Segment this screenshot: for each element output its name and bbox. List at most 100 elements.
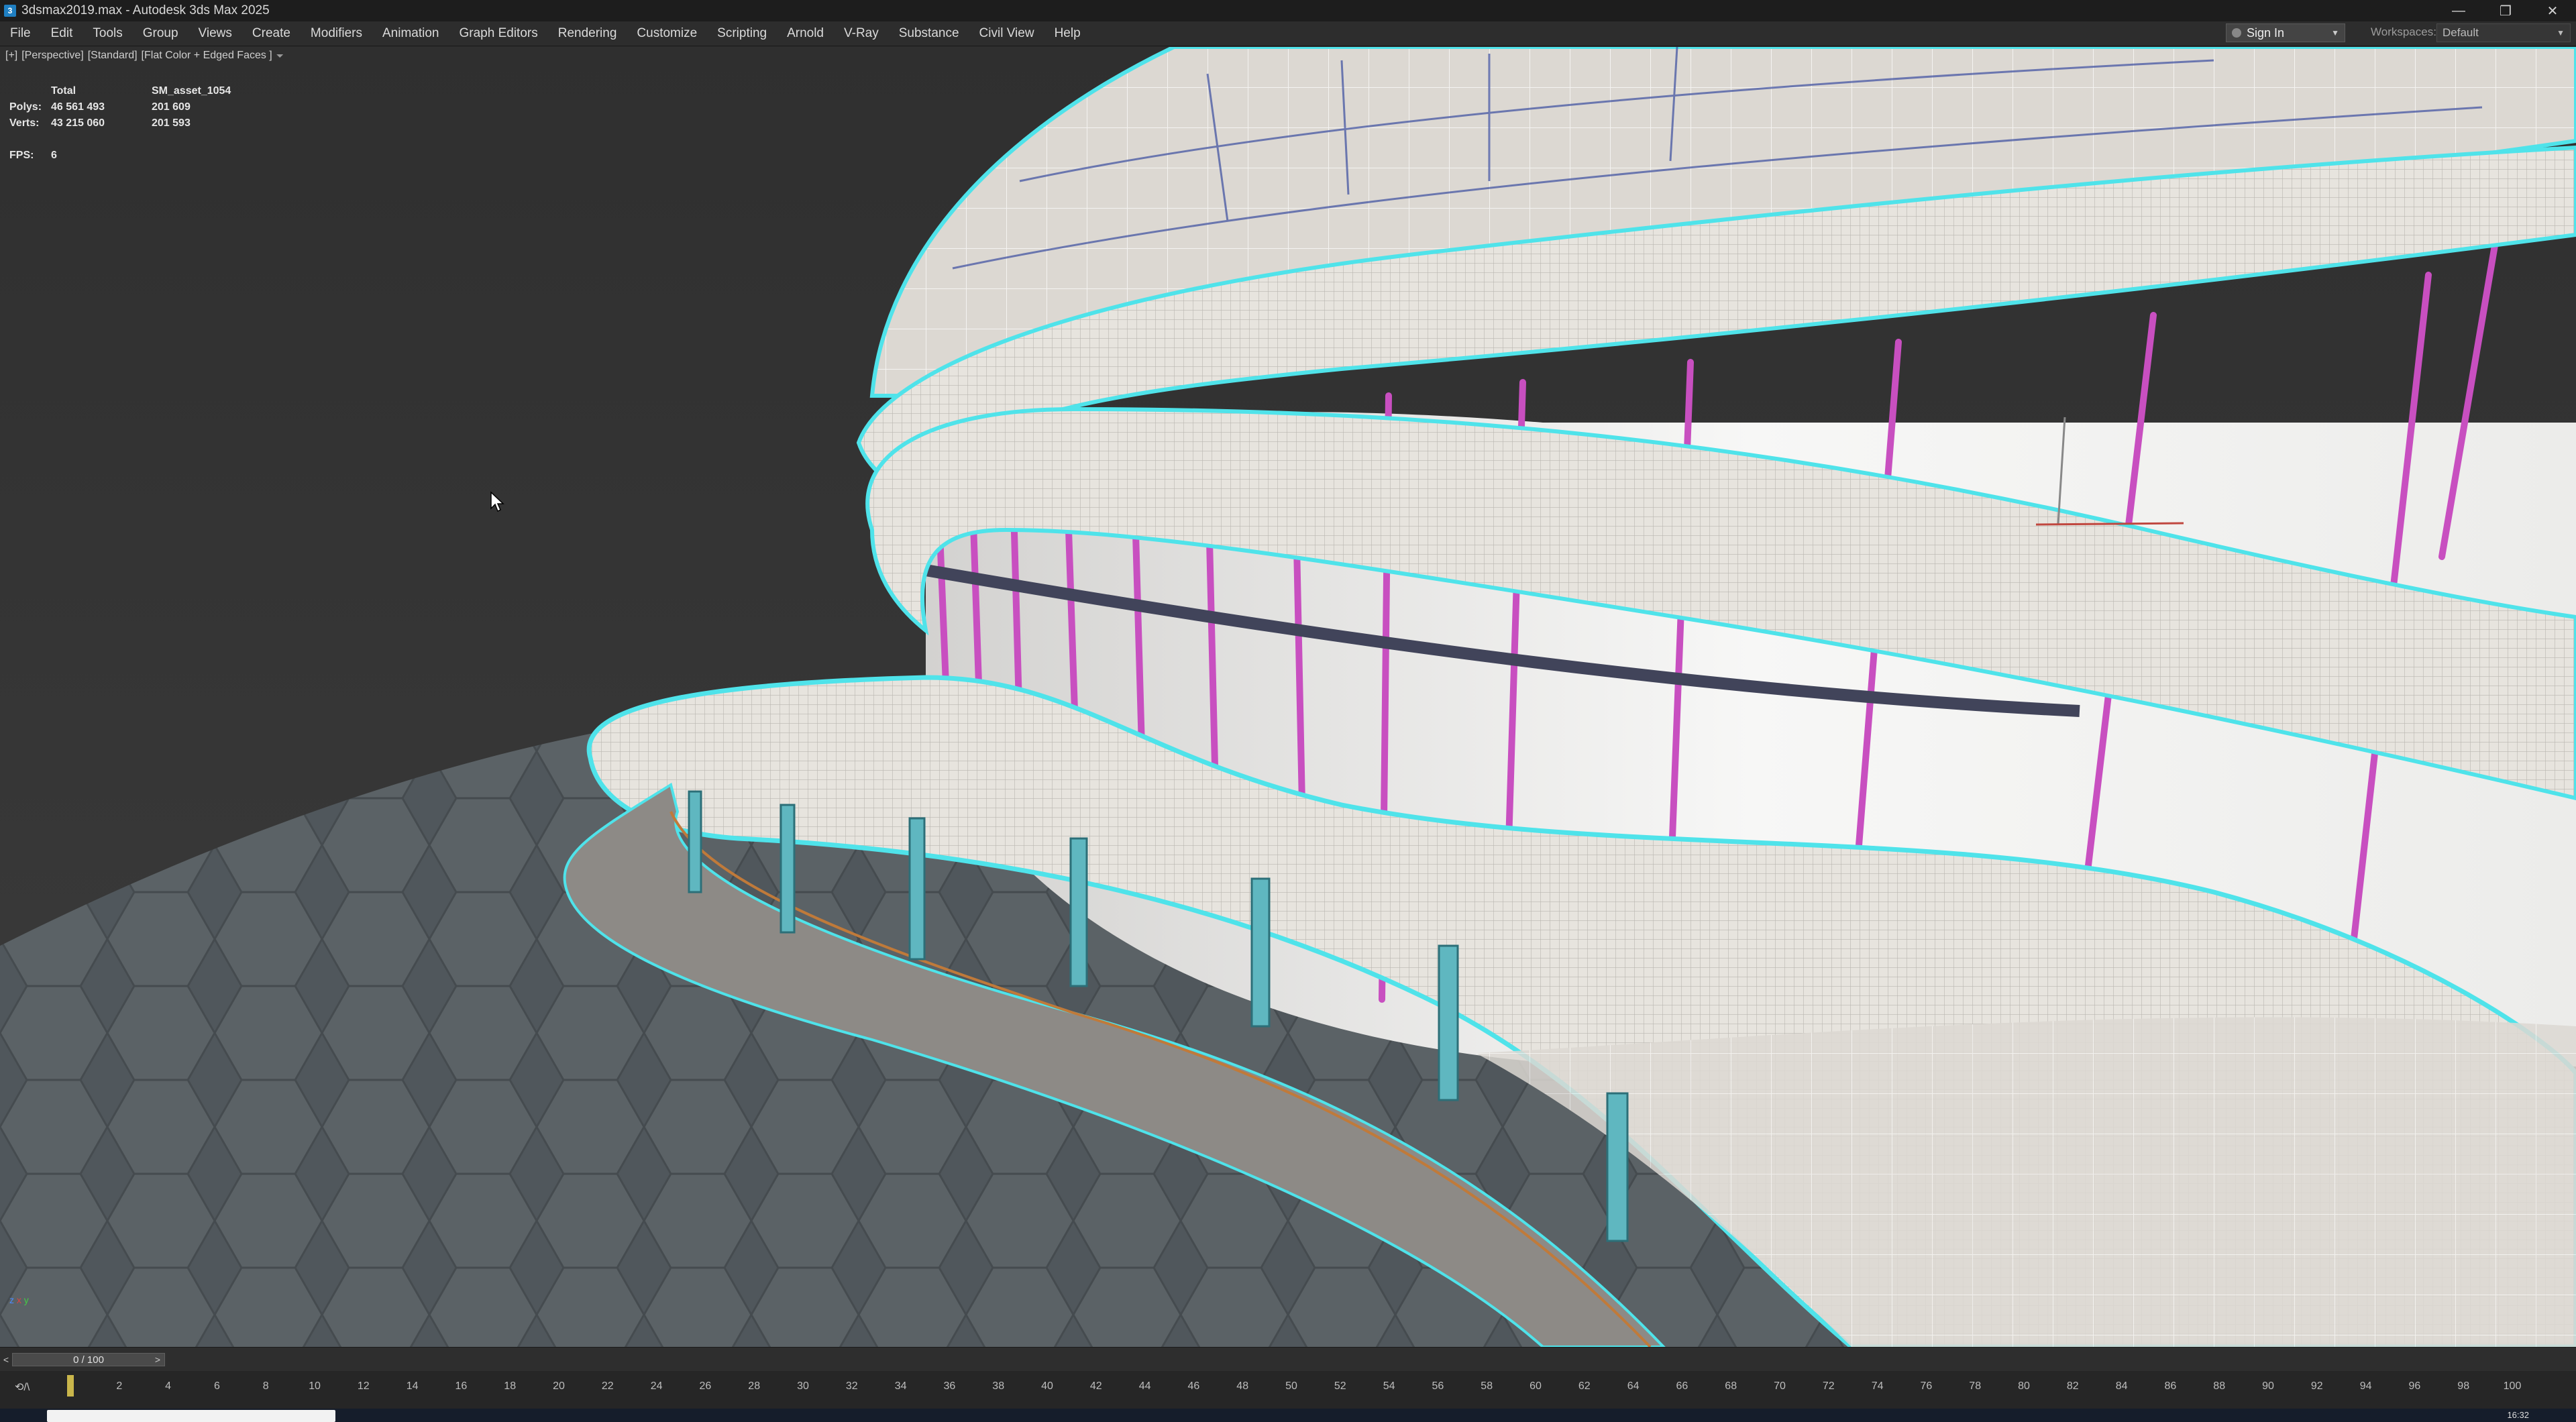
trackbar-tick-label: 24	[650, 1380, 663, 1392]
stats-fps-label: FPS:	[9, 150, 34, 161]
trackbar-tick-label: 86	[2164, 1380, 2177, 1392]
trackbar-tick-label: 36	[943, 1380, 956, 1392]
trackbar-tick-label: 78	[1969, 1380, 1982, 1392]
trackbar-tick-label: 82	[2066, 1380, 2079, 1392]
menu-animation[interactable]: Animation	[372, 26, 449, 41]
viewport-pov-label[interactable]: [Perspective]	[21, 50, 83, 62]
stats-verts-label: Verts:	[9, 117, 40, 129]
frame-display: 0 / 100	[73, 1354, 104, 1366]
workspaces-label: Workspaces:	[2371, 25, 2436, 38]
taskbar-search-box[interactable]	[47, 1410, 335, 1422]
trackbar-tick-label: 8	[262, 1380, 269, 1392]
mouse-cursor-icon	[490, 491, 504, 512]
trackbar-tick-label: 92	[2310, 1380, 2323, 1392]
trackbar-tick-label: 58	[1481, 1380, 1493, 1392]
trackbar-tick-label: 18	[504, 1380, 517, 1392]
stats-verts-asset: 201 593	[152, 117, 191, 129]
trackbar-tick-label: 16	[455, 1380, 468, 1392]
close-button[interactable]: ✕	[2529, 0, 2576, 21]
menu-create[interactable]: Create	[242, 26, 301, 41]
trackbar-tick-label: 32	[845, 1380, 858, 1392]
trackbar-tick-label: 90	[2262, 1380, 2274, 1392]
trackbar-tick-label: 30	[797, 1380, 809, 1392]
trackbar-tick-label: 96	[2408, 1380, 2421, 1392]
trackbar-tick-label: 28	[748, 1380, 761, 1392]
trackbar-tick-label: 88	[2213, 1380, 2226, 1392]
menu-vray[interactable]: V-Ray	[834, 26, 889, 41]
minimize-button[interactable]: —	[2435, 0, 2482, 21]
menu-graph-editors[interactable]: Graph Editors	[449, 26, 548, 41]
stats-polys-total: 46 561 493	[51, 101, 105, 113]
workspaces-select[interactable]: Default ▼	[2436, 23, 2571, 42]
menu-tools[interactable]: Tools	[83, 26, 132, 41]
scene-render	[0, 47, 2576, 1347]
trackbar-tick-label: 98	[2457, 1380, 2470, 1392]
filter-icon[interactable]: ⏷	[276, 50, 284, 62]
window-title: 3dsmax2019.max - Autodesk 3ds Max 2025	[21, 3, 270, 17]
trackbar-tick-label: 74	[1871, 1380, 1884, 1392]
trackbar-tick-label: 56	[1432, 1380, 1444, 1392]
viewport-display-mode-label[interactable]: [Flat Color + Edged Faces ]	[142, 50, 272, 62]
viewport-menu-label[interactable]: [+]	[5, 50, 17, 62]
menu-help[interactable]: Help	[1044, 26, 1091, 41]
menu-modifiers[interactable]: Modifiers	[301, 26, 372, 41]
menu-views[interactable]: Views	[189, 26, 242, 41]
trackbar-tick-label: 34	[894, 1380, 907, 1392]
sign-in-label: Sign In	[2247, 25, 2285, 40]
previous-frame-button[interactable]: <	[0, 1353, 12, 1366]
axis-tripod: z x y	[9, 1295, 29, 1305]
trackbar-tick-label: 52	[1334, 1380, 1346, 1392]
user-icon	[2232, 28, 2241, 38]
menu-scripting[interactable]: Scripting	[707, 26, 777, 41]
menu-arnold[interactable]: Arnold	[777, 26, 834, 41]
app-icon: 3	[4, 5, 16, 17]
curve-editor-icon[interactable]: ⟲/\	[15, 1380, 30, 1394]
chevron-down-icon: ▼	[2331, 28, 2339, 38]
menu-file[interactable]: File	[0, 26, 41, 41]
trackbar-tick-label: 94	[2359, 1380, 2372, 1392]
trackbar-tick-label: 4	[165, 1380, 172, 1392]
trackbar-tick-label: 48	[1236, 1380, 1249, 1392]
current-frame-marker[interactable]	[67, 1375, 74, 1397]
menu-substance[interactable]: Substance	[889, 26, 969, 41]
trackbar-tick-label: 22	[601, 1380, 614, 1392]
trackbar-tick-label: 100	[2503, 1380, 2522, 1392]
trackbar-tick-label: 70	[1774, 1380, 1786, 1392]
trackbar-tick-label: 38	[992, 1380, 1005, 1392]
stats-polys-asset: 201 609	[152, 101, 191, 113]
trackbar-tick-label: 60	[1529, 1380, 1542, 1392]
track-bar[interactable]: ⟲/\ 2 4 6 8 10 12 14 16 18 20 22 24 26 28 30 32 34 36 38 40…	[0, 1371, 2576, 1409]
menu-edit[interactable]: Edit	[41, 26, 83, 41]
trackbar-tick-label: 80	[2018, 1380, 2030, 1392]
os-taskbar: 16:32	[0, 1409, 2576, 1422]
stats-polys-label: Polys:	[9, 101, 42, 113]
trackbar-tick-label: 76	[1920, 1380, 1933, 1392]
window-controls: — ❐ ✕	[2435, 0, 2576, 21]
menu-rendering[interactable]: Rendering	[548, 26, 627, 41]
title-bar: 3 3dsmax2019.max - Autodesk 3ds Max 2025…	[0, 0, 2576, 21]
perspective-viewport[interactable]: [+] [Perspective] [Standard] [Flat Color…	[0, 47, 2576, 1347]
menu-civil-view[interactable]: Civil View	[969, 26, 1044, 41]
trackbar-tick-label: 84	[2115, 1380, 2128, 1392]
trackbar-tick-label: 26	[699, 1380, 712, 1392]
time-slider[interactable]: 0 / 100	[12, 1353, 165, 1366]
sign-in-dropdown[interactable]: Sign In ▼	[2226, 23, 2345, 42]
axis-y-label: y	[23, 1295, 29, 1305]
stats-asset-header: SM_asset_1054	[152, 85, 231, 97]
viewport-shading-preset-label[interactable]: [Standard]	[88, 50, 138, 62]
taskbar-clock: 16:32	[2507, 1410, 2529, 1420]
trackbar-tick-label: 50	[1285, 1380, 1297, 1392]
time-slider-bar: < 0 / 100 >	[0, 1347, 2576, 1372]
restore-button[interactable]: ❐	[2482, 0, 2529, 21]
viewport-statistics: Total SM_asset_1054 Polys: 46 561 493 20…	[9, 83, 259, 164]
trackbar-tick-label: 6	[213, 1380, 220, 1392]
viewport-labels: [+] [Perspective] [Standard] [Flat Color…	[5, 50, 284, 62]
menu-bar: File Edit Tools Group Views Create Modif…	[0, 21, 2576, 46]
next-frame-button[interactable]: >	[152, 1353, 164, 1366]
menu-customize[interactable]: Customize	[627, 26, 707, 41]
trackbar-tick-label: 14	[406, 1380, 419, 1392]
menu-group[interactable]: Group	[133, 26, 189, 41]
trackbar-tick-label: 40	[1041, 1380, 1053, 1392]
trackbar-tick-label: 12	[357, 1380, 370, 1392]
trackbar-tick-label: 66	[1676, 1380, 1688, 1392]
